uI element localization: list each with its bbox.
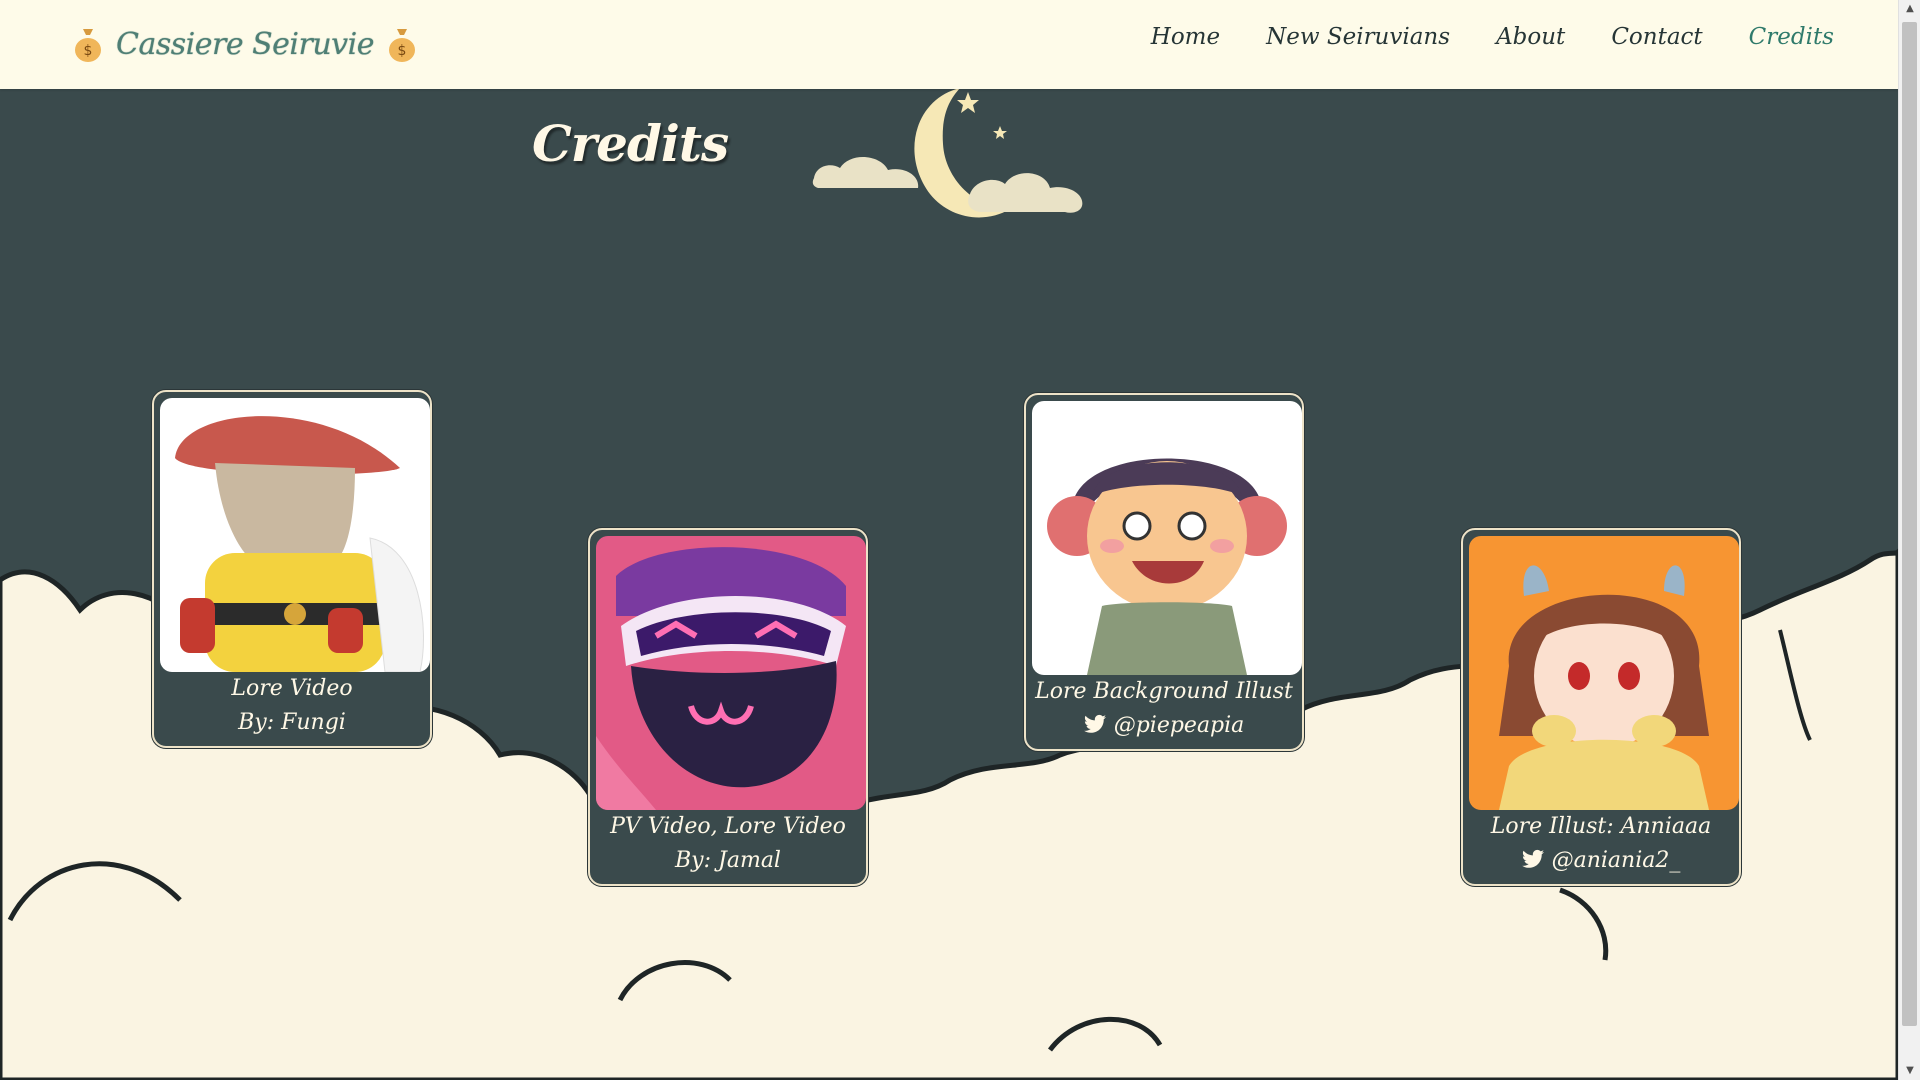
- credit-handle[interactable]: @piepeapia: [1032, 709, 1296, 743]
- main-nav: Home New Seiruvians About Contact Credit…: [1151, 24, 1834, 50]
- credit-card[interactable]: PV Video, Lore Video By: Jamal: [588, 528, 868, 886]
- nav-home[interactable]: Home: [1151, 24, 1220, 50]
- credit-handle[interactable]: @aniania2_: [1469, 844, 1733, 878]
- twitter-icon: [1521, 849, 1544, 868]
- twitter-icon: [1083, 714, 1106, 733]
- credit-role: Lore Background Illust: [1035, 679, 1293, 704]
- credit-author: By: Fungi: [238, 710, 346, 735]
- svg-text:$: $: [398, 43, 407, 59]
- nav-about[interactable]: About: [1496, 24, 1565, 50]
- credit-handle-text: @piepeapia: [1113, 713, 1245, 738]
- scroll-down-arrow-icon[interactable]: ▼: [1899, 1062, 1920, 1080]
- svg-text:$: $: [84, 43, 93, 59]
- top-navbar: $ Cassiere Seiruvie $ Home New Seiruvian…: [0, 0, 1898, 89]
- credit-author: By: Jamal: [675, 848, 781, 873]
- scroll-up-arrow-icon[interactable]: ▲: [1899, 0, 1920, 18]
- vertical-scrollbar[interactable]: ▲ ▼: [1898, 0, 1920, 1080]
- credit-role: PV Video, Lore Video: [610, 814, 846, 839]
- mushroom-character-image: [160, 398, 430, 672]
- horned-girl-image: [1469, 536, 1739, 810]
- credit-card[interactable]: Lore Background Illust @piepeapia: [1024, 393, 1304, 751]
- moon-illustration: [812, 88, 1083, 218]
- money-bag-icon: $: [388, 29, 415, 62]
- credit-card[interactable]: Lore Illust: Anniaaa @aniania2_: [1461, 528, 1741, 886]
- page: $ Cassiere Seiruvie $ Home New Seiruvian…: [0, 0, 1898, 1080]
- brand-name: Cassiere Seiruvie: [116, 26, 374, 62]
- brand-logo[interactable]: $ Cassiere Seiruvie $: [72, 22, 418, 66]
- goggles-character-image: [596, 536, 866, 810]
- money-bag-icon: $: [75, 29, 101, 62]
- nav-contact[interactable]: Contact: [1611, 24, 1702, 50]
- credit-handle-text: @aniania2_: [1551, 848, 1681, 873]
- credit-card[interactable]: Lore Video By: Fungi: [152, 390, 432, 748]
- nav-credits[interactable]: Credits: [1749, 24, 1834, 50]
- credit-role: Lore Video: [231, 676, 353, 701]
- headphones-character-image: [1032, 401, 1302, 675]
- credit-role: Lore Illust: Anniaaa: [1490, 814, 1712, 839]
- scroll-thumb[interactable]: [1902, 22, 1917, 1026]
- page-title: Credits: [532, 114, 729, 173]
- nav-new-seiruvians[interactable]: New Seiruvians: [1266, 24, 1450, 50]
